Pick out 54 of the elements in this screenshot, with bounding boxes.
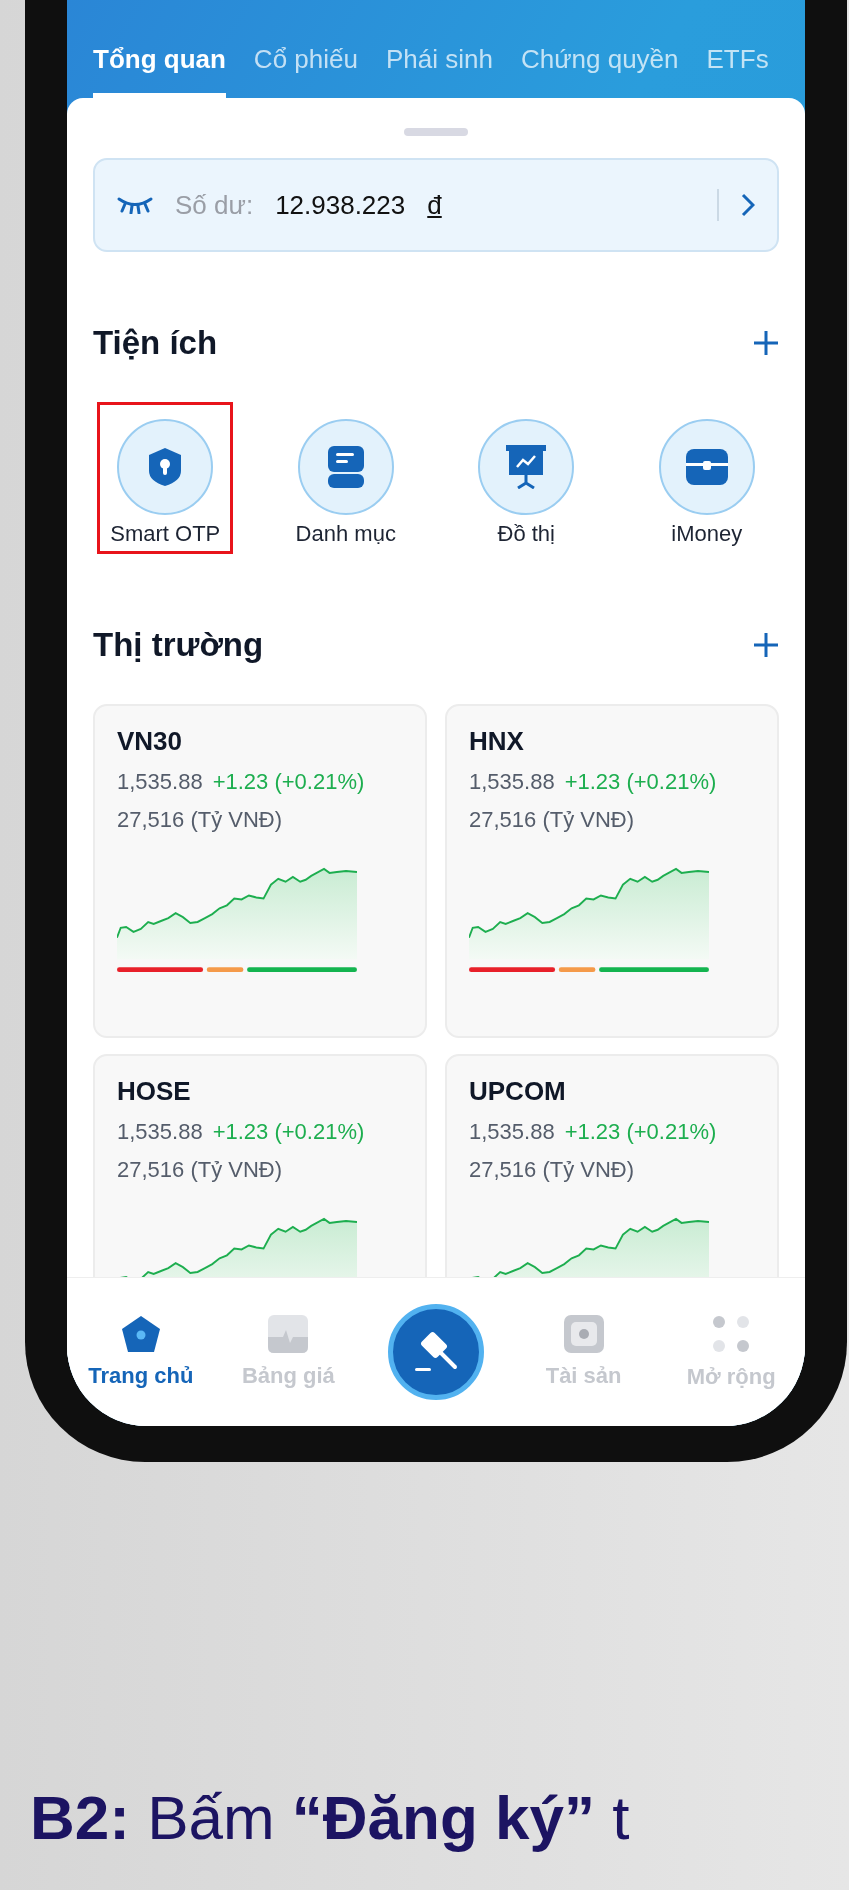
utility-label: Danh mục: [295, 521, 396, 547]
index-price: 1,535.88: [117, 769, 203, 795]
market-card[interactable]: HNX 1,535.88 +1.23 (+0.21%) 27,516 (Tỷ VNĐ): [445, 704, 779, 1038]
market-card[interactable]: VN30 1,535.88 +1.23 (+0.21%) 27,516 (Tỷ VNĐ): [93, 704, 427, 1038]
index-change: +1.23 (+0.21%): [212, 1119, 365, 1145]
index-price: 1,535.88: [469, 1119, 555, 1145]
tab[interactable]: Chứng quyền: [520, 44, 679, 98]
utility-label: Đồ thị: [497, 521, 555, 547]
trading-value: 27,516 (Tỷ VNĐ): [469, 807, 636, 833]
index-price: 1,535.88: [469, 769, 555, 795]
index-name: HNX: [469, 726, 525, 757]
trading-value: 27,516 (Tỷ VNĐ): [117, 1157, 284, 1183]
tab[interactable]: ETFs: [706, 44, 769, 98]
unchanged-bar: [558, 967, 596, 973]
unchanged-bar: [206, 967, 244, 973]
balance-label: Số dư:: [175, 189, 254, 221]
nav-tab[interactable]: Trang chủ: [67, 1315, 215, 1389]
plus-icon[interactable]: [753, 632, 779, 658]
plus-icon[interactable]: [753, 330, 779, 356]
index-name: HOSE: [117, 1076, 192, 1107]
drag-handle[interactable]: [404, 128, 468, 136]
utility-label: Smart OTP: [110, 521, 221, 547]
utility-label: iMoney: [671, 521, 743, 547]
trading-value: 27,516 (Tỷ VNĐ): [469, 1157, 636, 1183]
tab[interactable]: Cổ phiếu: [253, 44, 358, 98]
book-icon: [327, 446, 364, 488]
index-change: +1.23 (+0.21%): [212, 769, 365, 795]
gavel-icon: [413, 1330, 459, 1374]
market-card[interactable]: HOSE 1,535.88 +1.23 (+0.21%) 27,516 (Tỷ VNĐ): [93, 1054, 427, 1278]
balance-value: 12.938.223: [275, 189, 406, 221]
index-change: +1.23 (+0.21%): [564, 1119, 717, 1145]
safe-icon: [563, 1315, 604, 1353]
section-title: Thị trường: [93, 626, 264, 664]
chart-board-icon: [268, 1315, 309, 1353]
index-name: UPCOM: [469, 1076, 567, 1107]
nav-tab[interactable]: Mở rộng: [657, 1314, 805, 1390]
trading-value: 27,516 (Tỷ VNĐ): [117, 807, 284, 833]
index-name: VN30: [117, 726, 184, 757]
tab[interactable]: Phái sinh: [385, 44, 493, 98]
section-title: Tiện ích: [93, 324, 218, 362]
index-change: +1.23 (+0.21%): [564, 769, 717, 795]
chevron-right-icon[interactable]: [741, 193, 755, 217]
market-card[interactable]: UPCOM 1,535.88 +1.23 (+0.21%) 27,516 (Tỷ VNĐ): [445, 1054, 779, 1278]
home-icon: [120, 1315, 161, 1353]
grid-dots-icon: [711, 1314, 752, 1354]
closed-eye-icon[interactable]: [117, 196, 153, 214]
presentation-chart-icon: [506, 445, 547, 489]
shield-keyhole-icon: [148, 447, 183, 487]
step-caption: B2: Bấm “Đăng ký” t: [30, 1782, 631, 1853]
index-price: 1,535.88: [117, 1119, 203, 1145]
currency-symbol: đ: [427, 189, 442, 221]
wallet-icon: [685, 449, 728, 485]
nav-tab[interactable]: Bảng giá: [214, 1315, 363, 1389]
nav-tab[interactable]: Tài sản: [509, 1315, 658, 1389]
